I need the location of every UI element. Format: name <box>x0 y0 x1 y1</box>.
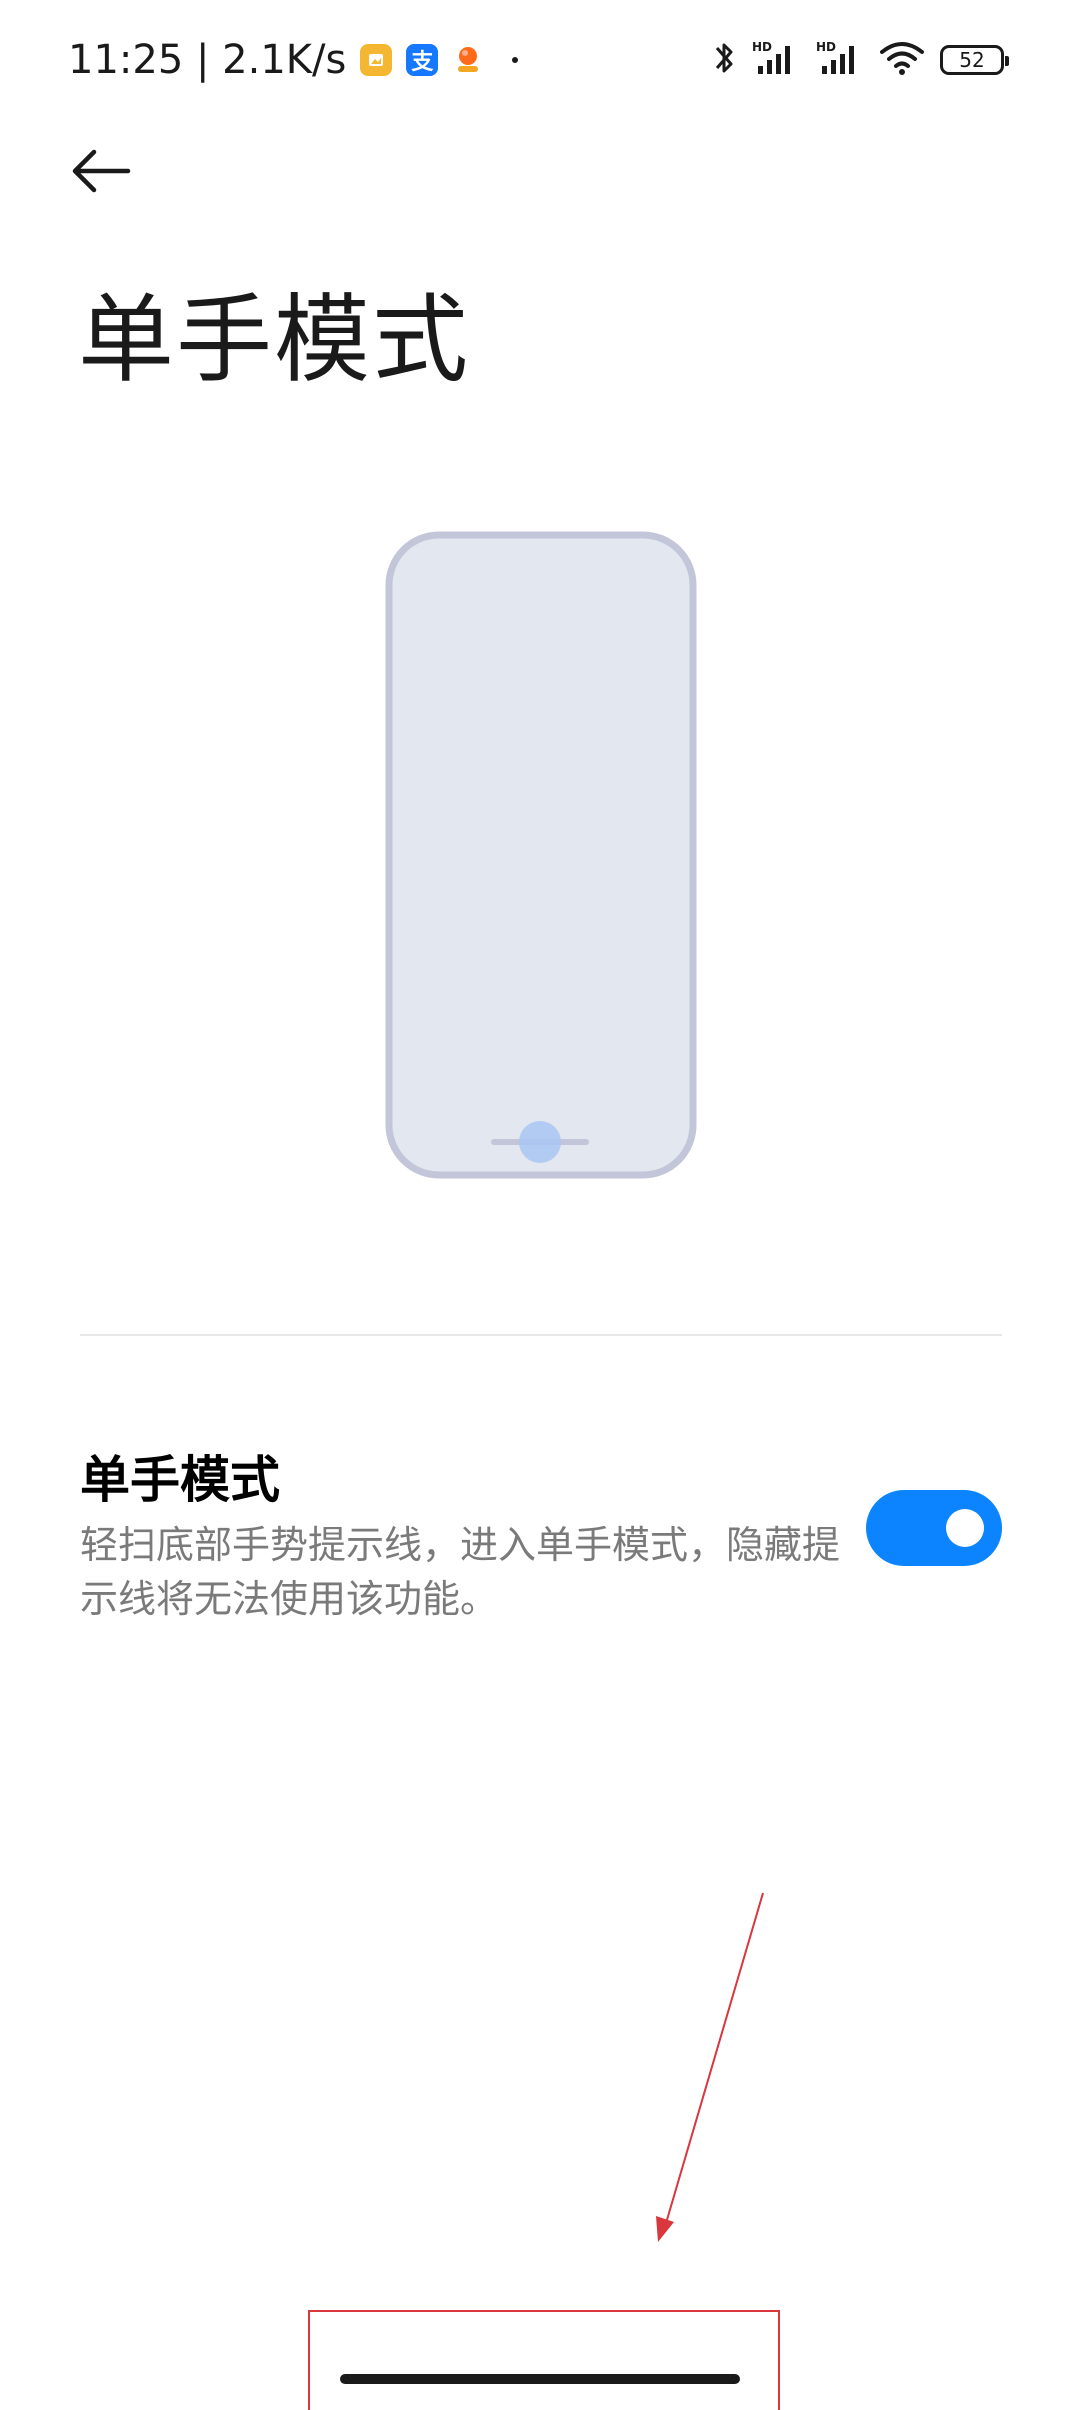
battery-icon: 52 <box>940 45 1009 75</box>
touch-point-illustration <box>519 1121 561 1163</box>
bluetooth-icon <box>712 38 736 82</box>
gesture-hint-bar[interactable] <box>340 2374 740 2384</box>
alipay-icon: 支 <box>406 44 439 76</box>
gallery-icon <box>360 44 393 76</box>
signal-hd-icon: HD <box>814 38 864 82</box>
back-arrow-icon <box>72 149 131 193</box>
battery-level: 52 <box>959 48 985 72</box>
taobao-icon <box>452 44 484 76</box>
page-title: 单手模式 <box>78 284 470 396</box>
phone-illustration <box>385 531 697 1179</box>
svg-text:HD: HD <box>816 40 836 54</box>
one-handed-mode-setting: 单手模式 轻扫底部手势提示线，进入单手模式，隐藏提示线将无法使用该功能。 <box>80 1440 1002 1621</box>
divider <box>80 1334 1002 1336</box>
status-bar: 11:25 | 2.1K/s 支 HD HD 52 <box>0 0 1080 120</box>
setting-description: 轻扫底部手势提示线，进入单手模式，隐藏提示线将无法使用该功能。 <box>80 1523 841 1621</box>
wifi-icon <box>878 38 926 82</box>
one-handed-mode-toggle[interactable] <box>866 1490 1002 1566</box>
notification-dot <box>512 57 519 63</box>
status-right: HD HD 52 <box>712 36 1009 84</box>
svg-text:HD: HD <box>752 40 772 54</box>
annotation-highlight-box <box>308 2310 780 2410</box>
back-button[interactable] <box>70 136 150 206</box>
annotation-arrow <box>656 1892 764 2242</box>
status-time: 11:25 | 2.1K/s <box>68 37 347 83</box>
setting-title: 单手模式 <box>80 1451 280 1509</box>
status-left: 11:25 | 2.1K/s 支 <box>68 30 519 90</box>
signal-hd-icon: HD <box>750 38 800 82</box>
toggle-knob <box>946 1509 984 1547</box>
